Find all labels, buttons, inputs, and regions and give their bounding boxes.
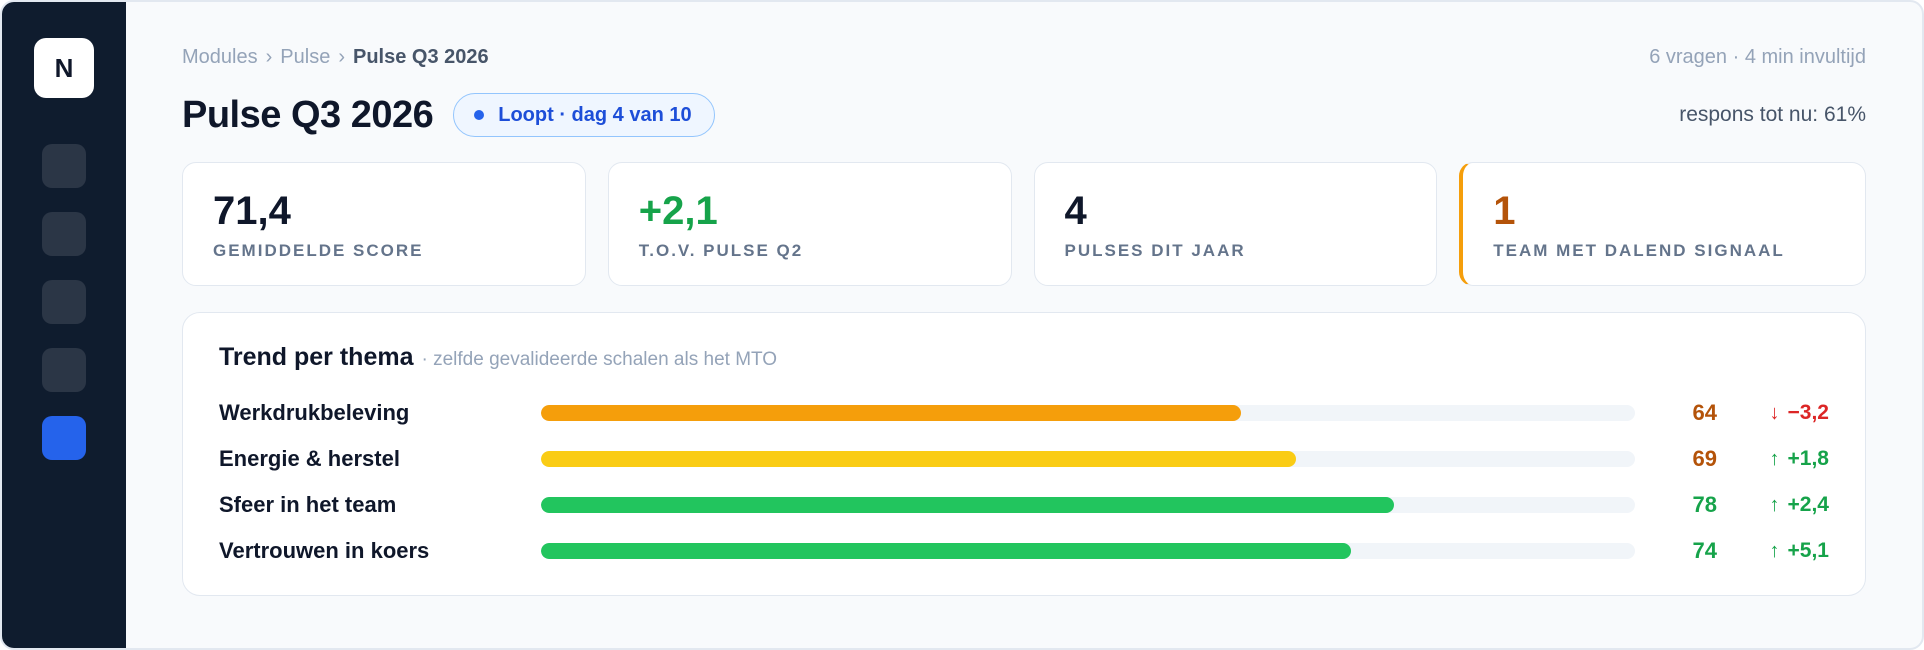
survey-meta: 6 vragen · 4 min invultijd bbox=[1649, 45, 1866, 68]
trend-bar-fill bbox=[541, 405, 1242, 421]
trend-row-label: Energie & herstel bbox=[219, 446, 400, 471]
breadcrumb: Modules › Pulse › Pulse Q3 2026 bbox=[182, 46, 489, 69]
kpi-value: 71,4 bbox=[213, 189, 291, 233]
trend-bar-track bbox=[541, 405, 1635, 421]
arrow-up-icon: ↑ bbox=[1769, 447, 1780, 470]
trend-row-delta: ↓ −3,2 bbox=[1717, 401, 1829, 425]
arrow-up-icon: ↑ bbox=[1769, 493, 1780, 516]
trend-row-delta-value: −3,2 bbox=[1787, 401, 1829, 424]
sidebar-item-4[interactable] bbox=[42, 348, 86, 392]
main-content: Modules › Pulse › Pulse Q3 2026 6 vragen… bbox=[126, 2, 1922, 648]
trend-row: Sfeer in het team 78 ↑ +2,4 bbox=[219, 482, 1829, 528]
trend-row: Energie & herstel 69 ↑ +1,8 bbox=[219, 436, 1829, 482]
trend-row-score: 64 bbox=[1692, 400, 1717, 425]
kpi-card: 1 TEAM MET DALEND SIGNAAL bbox=[1459, 162, 1866, 286]
trend-bar-track bbox=[541, 451, 1635, 467]
kpi-value: +2,1 bbox=[638, 189, 718, 233]
status-badge: Loopt · dag 4 van 10 bbox=[453, 93, 715, 137]
sidebar-item-pulse-active[interactable] bbox=[42, 416, 86, 460]
trend-row-delta-value: +5,1 bbox=[1787, 539, 1829, 562]
kpi-label: TEAM MET DALEND SIGNAAL bbox=[1493, 241, 1785, 260]
trend-row-delta: ↑ +5,1 bbox=[1717, 539, 1829, 563]
sidebar-item-3[interactable] bbox=[42, 280, 86, 324]
response-rate: respons tot nu: 61% bbox=[1679, 103, 1866, 126]
trend-subtitle: · zelfde gevalideerde schalen als het MT… bbox=[421, 349, 778, 370]
app-logo[interactable]: N bbox=[34, 38, 94, 98]
page-title: Pulse Q3 2026 bbox=[182, 93, 434, 136]
kpi-card: +2,1 T.O.V. PULSE Q2 bbox=[607, 162, 1012, 286]
kpi-label: T.O.V. PULSE Q2 bbox=[638, 241, 804, 260]
breadcrumb-link-modules[interactable]: Modules bbox=[182, 46, 258, 69]
breadcrumb-separator: › bbox=[338, 45, 345, 68]
trend-row: Vertrouwen in koers 74 ↑ +5,1 bbox=[219, 528, 1829, 574]
kpi-row: 71,4 GEMIDDELDE SCORE +2,1 T.O.V. PULSE Q2 4… bbox=[182, 162, 1866, 286]
trend-row-score: 78 bbox=[1692, 492, 1717, 517]
trend-rows: Werkdrukbeleving 64 ↓ −3,2 Energie & herstel… bbox=[219, 390, 1829, 574]
app-window: N Modules › Pulse › Pulse Q3 2026 6 vrag… bbox=[0, 0, 1924, 650]
arrow-up-icon: ↑ bbox=[1769, 539, 1780, 562]
kpi-label: PULSES DIT JAAR bbox=[1064, 241, 1246, 260]
trend-row-label: Werkdrukbeleving bbox=[219, 400, 410, 425]
trend-bar-fill bbox=[541, 543, 1351, 559]
breadcrumb-current: Pulse Q3 2026 bbox=[352, 45, 489, 68]
status-badge-label: Loopt · dag 4 van 10 bbox=[498, 103, 692, 126]
sidebar-item-1[interactable] bbox=[42, 144, 86, 188]
breadcrumb-link-pulse[interactable]: Pulse bbox=[280, 46, 330, 69]
arrow-down-icon: ↓ bbox=[1769, 401, 1780, 424]
trend-row-delta-value: +2,4 bbox=[1787, 493, 1829, 516]
trend-row-label: Vertrouwen in koers bbox=[219, 538, 430, 563]
kpi-label: GEMIDDELDE SCORE bbox=[213, 241, 424, 260]
kpi-value: 1 bbox=[1493, 189, 1516, 233]
status-dot-icon bbox=[474, 110, 485, 120]
trend-row-label: Sfeer in het team bbox=[219, 492, 397, 517]
trend-bar-track bbox=[541, 543, 1635, 559]
kpi-card: 71,4 GEMIDDELDE SCORE bbox=[182, 162, 586, 286]
trend-row: Werkdrukbeleving 64 ↓ −3,2 bbox=[219, 390, 1829, 436]
trend-row-delta: ↑ +2,4 bbox=[1717, 493, 1829, 517]
trend-row-delta-value: +1,8 bbox=[1787, 447, 1829, 470]
kpi-value: 4 bbox=[1064, 189, 1087, 233]
trend-title: Trend per thema bbox=[219, 343, 414, 371]
trend-bar-track bbox=[541, 497, 1635, 513]
trend-bar-fill bbox=[541, 497, 1395, 513]
breadcrumb-separator: › bbox=[265, 45, 273, 68]
sidebar-item-2[interactable] bbox=[42, 212, 86, 256]
trend-row-score: 74 bbox=[1692, 538, 1717, 563]
sidebar: N bbox=[2, 2, 126, 648]
trend-bar-fill bbox=[541, 451, 1296, 467]
kpi-card: 4 PULSES DIT JAAR bbox=[1033, 162, 1438, 286]
trend-row-score: 69 bbox=[1692, 446, 1717, 471]
trend-row-delta: ↑ +1,8 bbox=[1717, 447, 1829, 471]
trend-card: Trend per thema · zelfde gevalideerde sc… bbox=[182, 312, 1866, 596]
